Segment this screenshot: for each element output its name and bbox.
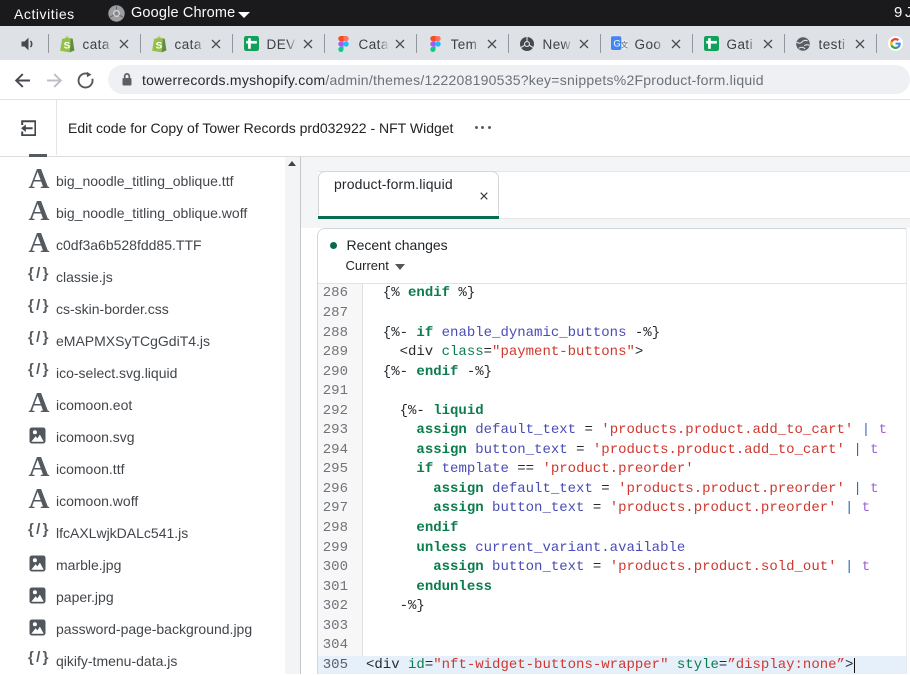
svg-text:S: S bbox=[64, 41, 71, 52]
svg-text:文: 文 bbox=[621, 40, 628, 50]
svg-text:G: G bbox=[613, 39, 620, 50]
svg-text:S: S bbox=[156, 41, 163, 52]
